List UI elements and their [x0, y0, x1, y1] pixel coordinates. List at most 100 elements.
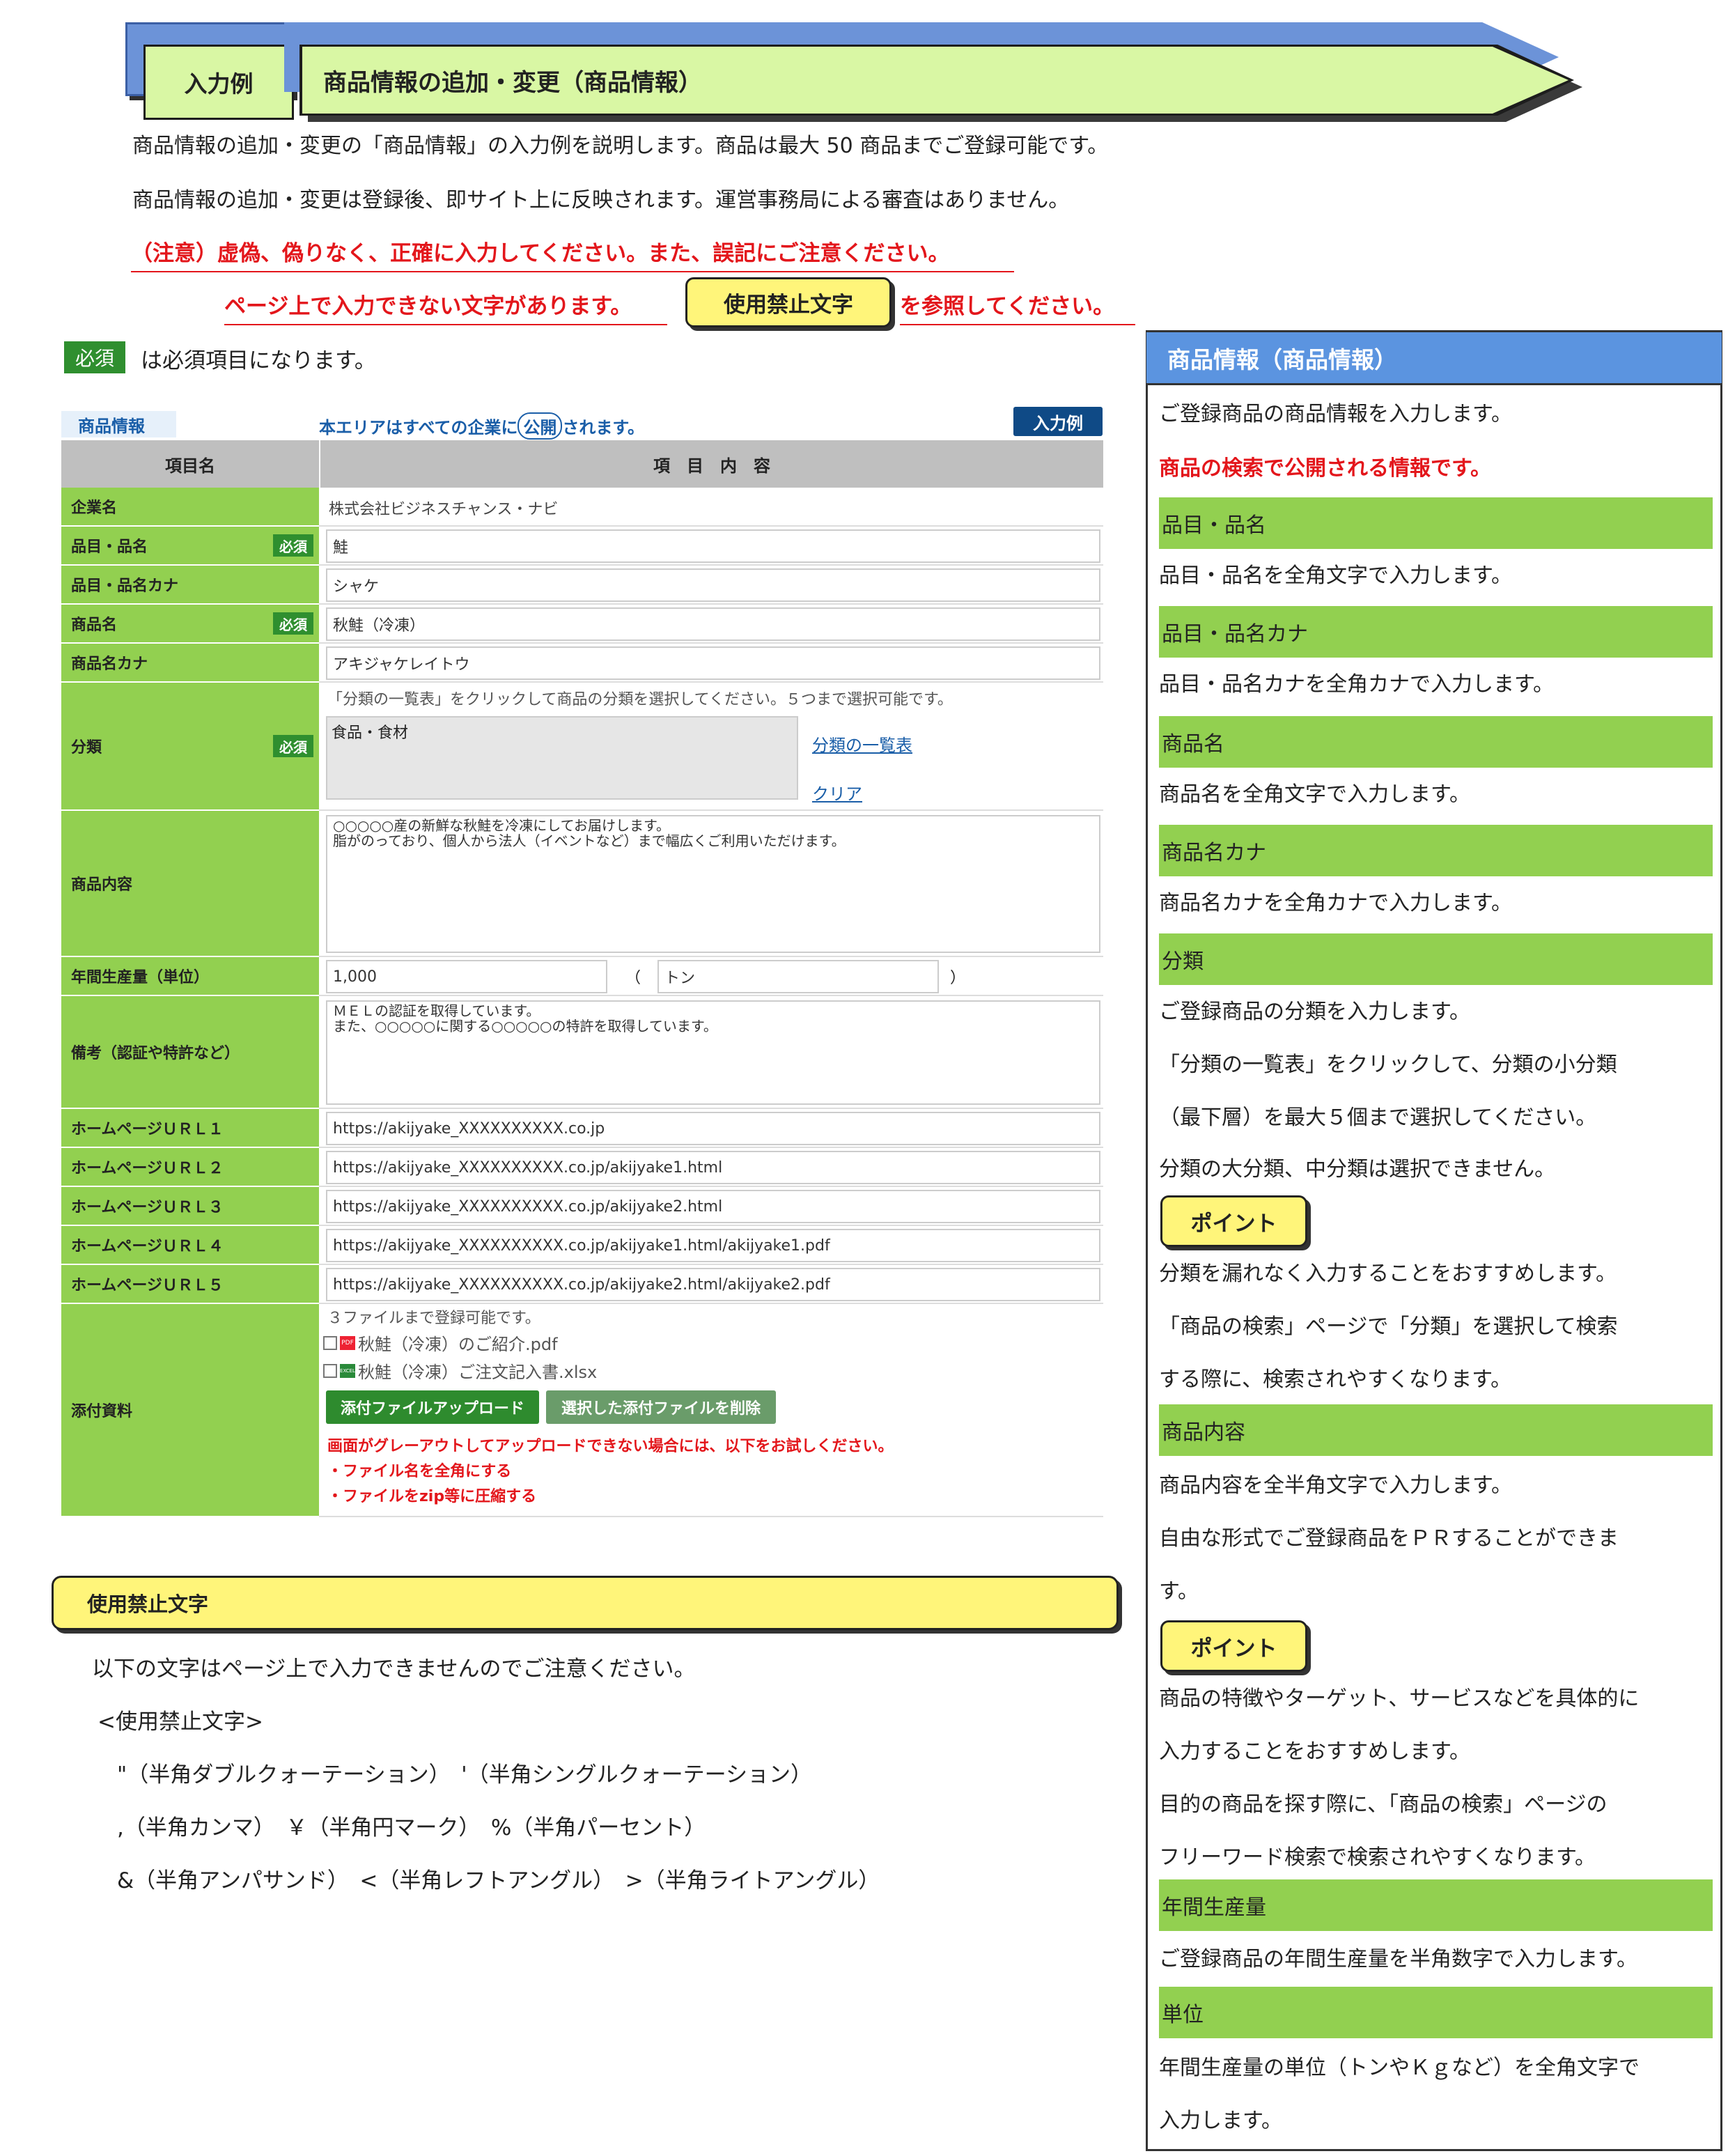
url5-input[interactable]: https://akijyake_XXXXXXXXXX.co.jp/akijya…: [326, 1268, 1100, 1301]
panel-desc-category-1: ご登録商品の分類を入力します。: [1159, 1000, 1470, 1024]
upload-button[interactable]: 添付ファイルアップロード: [326, 1390, 539, 1424]
remarks-line: また、○○○○○に関する○○○○○の特許を取得しています。: [333, 1018, 717, 1034]
excel-icon: EXCEL: [340, 1363, 355, 1378]
warning-line-2-pre: ページ上で入力できない文字があります。: [224, 288, 667, 325]
label-product-kana: 商品名カナ: [61, 644, 319, 683]
attach-warning-3: ・ファイルをzip等に圧縮する: [327, 1488, 537, 1505]
required-note: は必須項目になります。: [141, 348, 376, 373]
category-list-link[interactable]: 分類の一覧表: [812, 731, 912, 756]
forbidden-line-5: &（半角アンパサンド） <（半角レフトアングル） >（半角ライトアングル）: [117, 1868, 880, 1893]
required-badge: 必須: [273, 612, 313, 635]
panel-point-content-3: 目的の商品を探す際に、「商品の検索」ページの: [1159, 1792, 1608, 1817]
intro-line-1: 商品情報の追加・変更の「商品情報」の入力例を説明します。商品は最大 50 商品ま…: [132, 134, 1109, 158]
url1-input[interactable]: https://akijyake_XXXXXXXXXX.co.jp: [326, 1112, 1100, 1145]
label-url1: ホームページＵＲＬ１: [61, 1109, 319, 1148]
category-hint: 「分類の一覧表」をクリックして商品の分類を選択してください。５つまで選択可能です…: [327, 691, 953, 708]
attach-warning-1: 画面がグレーアウトしてアップロードできない場合には、以下をお試しください。: [327, 1438, 894, 1455]
panel-desc-production: ご登録商品の年間生産量を半角数字で入力します。: [1159, 1947, 1637, 1971]
panel-desc-content-1: 商品内容を全半角文字で入力します。: [1159, 1473, 1512, 1498]
content-textarea[interactable]: ○○○○○産の新鮮な秋鮭を冷凍にしてお届けします。 脂がのっており、個人から法人…: [326, 815, 1100, 953]
remarks-textarea[interactable]: ＭＥＬの認証を取得しています。 また、○○○○○に関する○○○○○の特許を取得し…: [326, 1000, 1100, 1105]
label-company: 企業名: [61, 488, 319, 527]
category-clear-link[interactable]: クリア: [812, 780, 862, 805]
public-note-pre: 本エリアはすべての企業に: [319, 418, 518, 437]
panel-desc-product: 商品名を全角文字で入力します。: [1159, 782, 1470, 807]
panel-desc-unit-2: 入力します。: [1159, 2109, 1282, 2133]
intro-line-2: 商品情報の追加・変更は登録後、即サイト上に反映されます。運営事務局による審査はあ…: [132, 188, 1070, 212]
panel-point-content-1: 商品の特徴やターゲット、サービスなどを具体的に: [1159, 1686, 1640, 1711]
attach-warning-2: ・ファイル名を全角にする: [327, 1463, 512, 1480]
label-item: 品目・品名 必須: [61, 527, 319, 566]
product-kana-input[interactable]: アキジャケレイトウ: [326, 646, 1100, 680]
forbidden-chars-button[interactable]: 使用禁止文字: [685, 277, 892, 327]
panel-heading-production: 年間生産量: [1159, 1879, 1713, 1931]
panel-intro: ご登録商品の商品情報を入力します。: [1159, 402, 1512, 426]
label-url5: ホームページＵＲＬ５: [61, 1265, 319, 1304]
url2-input[interactable]: https://akijyake_XXXXXXXXXX.co.jp/akijya…: [326, 1151, 1100, 1184]
pdf-icon: PDF: [340, 1335, 355, 1350]
point-badge: ポイント: [1160, 1620, 1307, 1672]
page-title: 商品情報の追加・変更（商品情報）: [302, 47, 1569, 114]
category-value: 食品・食材: [332, 724, 409, 742]
label-attach: 添付資料: [61, 1304, 319, 1517]
url3-input[interactable]: https://akijyake_XXXXXXXXXX.co.jp/akijya…: [326, 1190, 1100, 1223]
example-badge: 入力例: [1013, 407, 1103, 436]
panel-desc-category-3: （最下層）を最大５個まで選択してください。: [1159, 1106, 1597, 1130]
panel-intro-red: 商品の検索で公開される情報です。: [1159, 456, 1491, 481]
warning-line-2-post: を参照してください。: [900, 288, 1135, 325]
point-badge: ポイント: [1160, 1195, 1307, 1247]
panel-desc-content-3: す。: [1159, 1579, 1199, 1604]
required-badge: 必須: [273, 735, 313, 757]
panel-desc-item-kana: 品目・品名カナを全角カナで入力します。: [1159, 672, 1554, 697]
panel-point-category-3: する際に、検索されやすくなります。: [1159, 1367, 1512, 1392]
column-header-content: 項 目 内 容: [320, 440, 1103, 488]
production-input[interactable]: 1,000: [326, 960, 607, 993]
panel-point-content-4: フリーワード検索で検索されやすくなります。: [1159, 1845, 1596, 1870]
forbidden-line-3: "（半角ダブルクォーテーション） '（半角シングルクォーテーション）: [117, 1762, 813, 1787]
example-tab: 入力例: [143, 45, 294, 120]
content-line: ○○○○○産の新鮮な秋鮭を冷凍にしてお届けします。: [333, 817, 671, 834]
panel-title: 商品情報（商品情報）: [1146, 332, 1722, 385]
remarks-line: ＭＥＬの認証を取得しています。: [333, 1002, 540, 1019]
panel-heading-item: 品目・品名: [1159, 497, 1713, 549]
panel-desc-category-2: 「分類の一覧表」をクリックして、分類の小分類: [1159, 1053, 1617, 1077]
delete-attachment-button[interactable]: 選択した添付ファイルを削除: [546, 1390, 776, 1424]
column-header-item: 項目名: [61, 440, 320, 488]
public-note-post: されます。: [562, 418, 644, 437]
item-kana-input[interactable]: シャケ: [326, 568, 1100, 602]
panel-heading-product: 商品名: [1159, 716, 1713, 768]
panel-heading-item-kana: 品目・品名カナ: [1159, 606, 1713, 658]
attach-file-1: PDF 秋鮭（冷凍）のご紹介.pdf: [323, 1331, 558, 1355]
panel-desc-category-4: 分類の大分類、中分類は選択できません。: [1159, 1157, 1556, 1181]
attach-file-name[interactable]: 秋鮭（冷凍）ご注文記入書.xlsx: [358, 1358, 597, 1383]
panel-heading-unit: 単位: [1159, 1987, 1713, 2038]
checkbox[interactable]: [323, 1335, 337, 1350]
forbidden-line-2: <使用禁止文字>: [98, 1709, 263, 1735]
attach-file-name[interactable]: 秋鮭（冷凍）のご紹介.pdf: [358, 1331, 558, 1355]
product-input[interactable]: 秋鮭（冷凍）: [326, 607, 1100, 641]
form-section-tag: 商品情報: [61, 411, 176, 437]
unit-input[interactable]: トン: [657, 960, 939, 993]
forbidden-section-header: 使用禁止文字: [52, 1576, 1119, 1630]
panel-desc-unit-1: 年間生産量の単位（トンやＫｇなど）を全角文字で: [1159, 2056, 1640, 2080]
forbidden-line-4: ,（半角カンマ） ￥（半角円マーク） %（半角パーセント）: [117, 1815, 706, 1840]
panel-heading-product-kana: 商品名カナ: [1159, 825, 1713, 876]
label-category: 分類 必須: [61, 683, 319, 811]
attach-file-2: EXCEL 秋鮭（冷凍）ご注文記入書.xlsx: [323, 1358, 597, 1383]
paren-open: （: [625, 970, 641, 987]
label-production: 年間生産量（単位）: [61, 957, 319, 996]
panel-desc-product-kana: 商品名カナを全角カナで入力します。: [1159, 891, 1512, 915]
label-item-kana: 品目・品名カナ: [61, 566, 319, 605]
paren-close: ）: [950, 970, 966, 987]
item-input[interactable]: 鮭: [326, 529, 1100, 563]
panel-desc-content-2: 自由な形式でご登録商品をＰＲすることができま: [1159, 1526, 1619, 1551]
label-url2: ホームページＵＲＬ２: [61, 1148, 319, 1187]
label-url3: ホームページＵＲＬ３: [61, 1187, 319, 1226]
public-note: 本エリアはすべての企業に 公開 されます。: [319, 412, 644, 440]
required-badge: 必須: [273, 534, 313, 557]
checkbox[interactable]: [323, 1363, 337, 1378]
category-select-box[interactable]: 食品・食材: [326, 716, 798, 800]
url4-input[interactable]: https://akijyake_XXXXXXXXXX.co.jp/akijya…: [326, 1229, 1100, 1262]
panel-desc-item: 品目・品名を全角文字で入力します。: [1159, 564, 1512, 588]
label-url4: ホームページＵＲＬ４: [61, 1226, 319, 1265]
